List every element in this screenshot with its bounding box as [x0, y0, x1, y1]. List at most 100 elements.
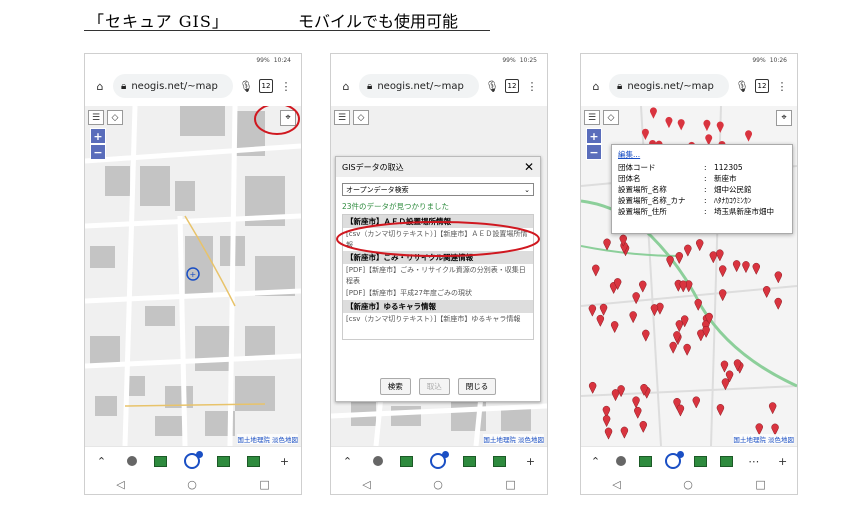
recents-icon[interactable]: □	[259, 478, 269, 491]
map-attribution[interactable]: 国土地理院 淡色地図	[733, 434, 794, 444]
mic-icon[interactable]: 🎙︎	[239, 79, 253, 93]
sheet-icon[interactable]	[719, 455, 733, 467]
home-nav-icon[interactable]: ○	[683, 478, 693, 491]
dialog-buttons: 検索 取込 閉じる	[336, 378, 540, 395]
list-item[interactable]: [PDF]【新座市】ごみ・リサイクル資源の分別表・収集日程表	[343, 264, 533, 287]
zoom-controls: + −	[586, 128, 602, 160]
info-row: 設置場所_住所: 埼玉県新座市畑中	[618, 207, 786, 218]
layers-icon[interactable]: ◇	[107, 110, 123, 125]
left-title: 「セキュア GIS」	[88, 12, 229, 31]
battery-text: 99%	[502, 56, 516, 64]
zoom-out-button[interactable]: −	[586, 144, 602, 160]
active-tool-icon[interactable]	[429, 451, 449, 469]
sheet-icon[interactable]	[216, 455, 230, 467]
home-nav-icon[interactable]: ○	[433, 478, 443, 491]
more-icon[interactable]: ⋯	[746, 453, 762, 469]
recents-icon[interactable]: □	[755, 478, 765, 491]
tab-count-button[interactable]: 12	[259, 79, 273, 93]
home-icon[interactable]: ⌂	[339, 79, 353, 93]
tool-icon[interactable]	[372, 456, 383, 466]
recents-icon[interactable]: □	[505, 478, 515, 491]
browser-toolbar: ⌂ 🔒︎ neogis.net/~map 🎙︎ 12 ⋮	[581, 66, 797, 106]
info-value: 畑中公民館	[714, 184, 752, 194]
sheet-icon[interactable]	[153, 455, 167, 467]
url-text: neogis.net/~map	[377, 80, 464, 92]
home-icon[interactable]: ⌂	[93, 79, 107, 93]
layers-icon[interactable]: ◇	[603, 110, 619, 125]
collapse-icon[interactable]: ⌃	[587, 453, 603, 469]
back-icon[interactable]: ◁	[612, 478, 620, 491]
dialog-header: GISデータの取込 ✕	[336, 157, 540, 177]
address-bar[interactable]: 🔒︎ neogis.net/~map	[113, 74, 233, 98]
sheet-icon[interactable]	[693, 455, 707, 467]
dialog-title: GISデータの取込	[342, 162, 404, 172]
import-button[interactable]: 取込	[418, 378, 450, 395]
list-item[interactable]: [PDF]【新座市】平成27年度ごみの現状	[343, 287, 533, 300]
tab-count-button[interactable]: 12	[755, 79, 769, 93]
phone-screen-3: 99% 10:26 ⌂ 🔒︎ neogis.net/~map 🎙︎ 12 ⋮ ☰…	[580, 53, 798, 495]
add-icon[interactable]: +	[775, 453, 791, 469]
sheet-icon[interactable]	[492, 455, 506, 467]
title-underline	[84, 30, 490, 31]
home-icon[interactable]: ⌂	[589, 79, 603, 93]
search-type-select[interactable]: オープンデータ検索 ⌄	[342, 183, 534, 196]
map-view[interactable]: ☰ ◇ 国土地理院 淡色地図 GISデータの取込 ✕ オープンデータ検索 ⌄ 2…	[331, 106, 547, 446]
info-row: 団体コード:112305	[618, 163, 786, 174]
hamburger-icon[interactable]: ☰	[88, 110, 104, 125]
info-row: 団体名: 新座市	[618, 174, 786, 185]
address-bar[interactable]: 🔒︎ neogis.net/~map	[359, 74, 479, 98]
status-bar: 99% 10:24	[85, 54, 301, 66]
result-count: 23件のデータが見つかりました	[342, 202, 450, 211]
info-key: 設置場所_名称	[618, 184, 667, 194]
status-bar: 99% 10:25	[331, 54, 547, 66]
mic-icon[interactable]: 🎙︎	[735, 79, 749, 93]
tab-count-button[interactable]: 12	[505, 79, 519, 93]
list-item[interactable]: [csv（カンマ切りテキスト）]【新座市】ゆるキャラ情報	[343, 313, 533, 326]
sheet-icon[interactable]	[246, 455, 260, 467]
list-group-header[interactable]: 【新座市】ゆるキャラ情報	[343, 299, 533, 313]
zoom-in-button[interactable]: +	[586, 128, 602, 144]
zoom-out-button[interactable]: −	[90, 144, 106, 160]
zoom-in-button[interactable]: +	[90, 128, 106, 144]
add-icon[interactable]: +	[277, 453, 293, 469]
bottom-toolbar: ⌃ +	[331, 446, 547, 475]
map-top-controls: ☰ ◇	[88, 110, 123, 125]
tool-icon[interactable]	[126, 456, 137, 466]
map-attribution[interactable]: 国土地理院 淡色地図	[483, 434, 544, 444]
sheet-icon[interactable]	[462, 455, 476, 467]
back-icon[interactable]: ◁	[116, 478, 124, 491]
hamburger-icon[interactable]: ☰	[334, 110, 350, 125]
map-attribution[interactable]: 国土地理院 淡色地図	[237, 434, 298, 444]
menu-icon[interactable]: ⋮	[279, 79, 293, 93]
sheet-icon[interactable]	[639, 455, 653, 467]
add-icon[interactable]: +	[523, 453, 539, 469]
active-tool-icon[interactable]	[183, 451, 203, 469]
locate-icon[interactable]: ⌖	[776, 110, 792, 126]
mic-icon[interactable]: 🎙︎	[485, 79, 499, 93]
search-button[interactable]: 検索	[379, 378, 411, 395]
browser-toolbar: ⌂ 🔒︎ neogis.net/~map 🎙︎ 12 ⋮	[85, 66, 301, 106]
layers-icon[interactable]: ◇	[353, 110, 369, 125]
collapse-icon[interactable]: ⌃	[340, 453, 356, 469]
close-button[interactable]: 閉じる	[457, 378, 497, 395]
info-value: ﾊﾀﾅｶｺｳﾐﾝｶﾝ	[714, 195, 752, 205]
bottom-toolbar: ⌃ ⋯ +	[581, 446, 797, 475]
lock-icon: 🔒︎	[617, 80, 623, 92]
tool-icon[interactable]	[616, 456, 627, 466]
map-view[interactable]: + ☰ ◇ ⌖ + − 国土地理院 淡色地図	[85, 106, 301, 446]
info-key: 団体名	[618, 173, 641, 183]
edit-link[interactable]: 編集...	[618, 149, 786, 160]
collapse-icon[interactable]: ⌃	[94, 453, 110, 469]
menu-icon[interactable]: ⋮	[775, 79, 789, 93]
close-icon[interactable]: ✕	[524, 160, 534, 174]
address-bar[interactable]: 🔒︎ neogis.net/~map	[609, 74, 729, 98]
info-value: 埼玉県新座市畑中	[714, 206, 774, 216]
menu-icon[interactable]: ⋮	[525, 79, 539, 93]
sheet-icon[interactable]	[399, 455, 413, 467]
back-icon[interactable]: ◁	[362, 478, 370, 491]
map-view[interactable]: ☰ ◇ ⌖ + − 国土地理院 淡色地図 編集... 団体コード:112305 …	[581, 106, 797, 446]
hamburger-icon[interactable]: ☰	[584, 110, 600, 125]
home-nav-icon[interactable]: ○	[187, 478, 197, 491]
active-tool-icon[interactable]	[665, 451, 685, 469]
android-nav-bar: ◁ ○ □	[331, 474, 547, 494]
